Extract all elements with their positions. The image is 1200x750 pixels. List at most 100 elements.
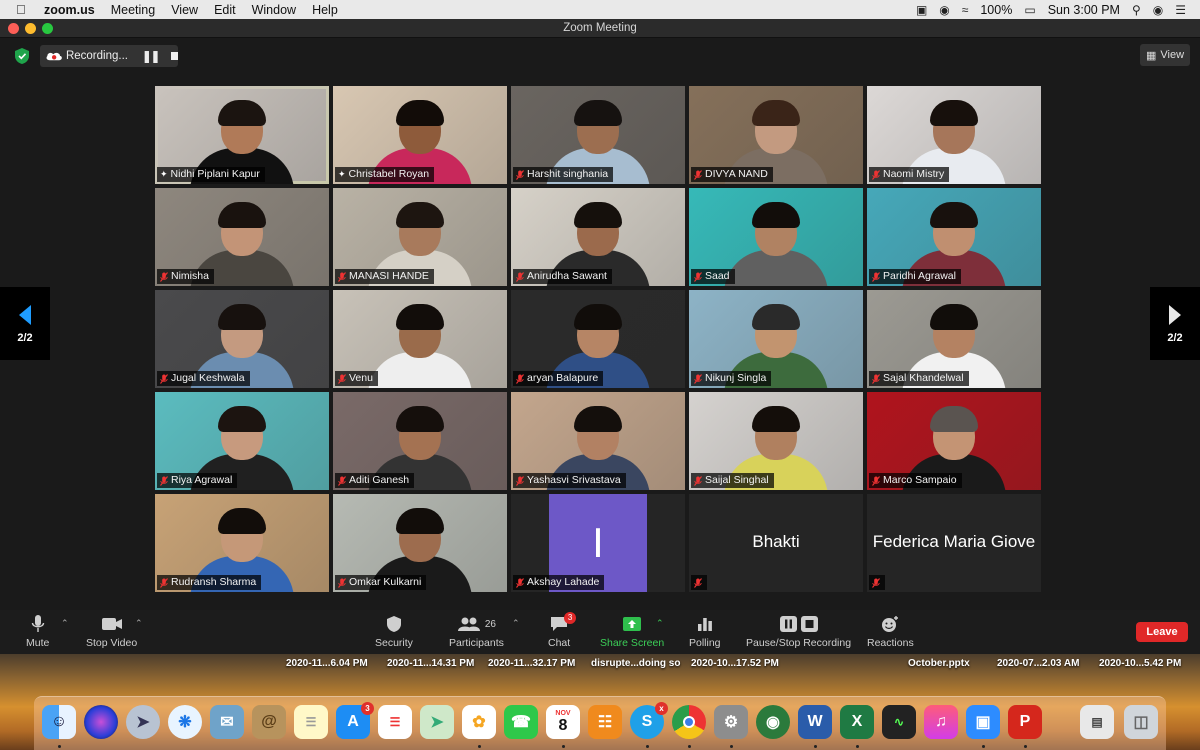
next-page-button[interactable]: 2/2 (1150, 287, 1200, 360)
view-button[interactable]: ▦ View (1140, 44, 1190, 66)
menu-app-name[interactable]: zoom.us (44, 3, 95, 17)
participant-tile[interactable]: Saijal Singhal (689, 392, 863, 490)
siri-icon[interactable]: ◉ (1153, 3, 1163, 17)
desktop-file[interactable]: 2020-07...2.03 AM (997, 658, 1079, 669)
video-options-caret[interactable]: ⌃ (135, 618, 143, 629)
participant-tile[interactable]: Omkar Kulkarni (333, 494, 507, 592)
system-preferences-icon[interactable]: ⚙ (714, 705, 748, 739)
notes-icon[interactable]: ☰ (294, 705, 328, 739)
participant-tile[interactable]: Nimisha (155, 188, 329, 286)
finder-icon[interactable]: ☺ (42, 705, 76, 739)
screen-record-icon[interactable]: ◉ (939, 3, 949, 17)
participant-tile[interactable]: Harshit singhania (511, 86, 685, 184)
spotlight-search-icon[interactable]: ⚲ (1132, 3, 1141, 17)
participant-tile[interactable]: Anirudha Sawant (511, 188, 685, 286)
contacts-icon[interactable]: @ (252, 705, 286, 739)
mute-button[interactable]: Mute (26, 614, 49, 649)
participant-tile[interactable]: Federica Maria Giove (867, 494, 1041, 592)
menu-edit[interactable]: Edit (214, 3, 236, 17)
shield-icon[interactable] (14, 47, 30, 65)
participant-tile[interactable]: Marco Sampaio (867, 392, 1041, 490)
reminders-icon[interactable]: ☰ (378, 705, 412, 739)
security-label: Security (375, 637, 413, 649)
pause-stop-recording-button[interactable]: Pause/Stop Recording (746, 614, 851, 649)
participant-tile[interactable]: Nikunj Singla (689, 290, 863, 388)
menu-help[interactable]: Help (312, 3, 338, 17)
participant-tile[interactable]: DIVYA NAND (689, 86, 863, 184)
music-icon[interactable]: ♫ (924, 705, 958, 739)
participant-tile[interactable]: aryan Balapure (511, 290, 685, 388)
facetime-icon[interactable]: ☎ (504, 705, 538, 739)
minimize-window-button[interactable] (25, 23, 36, 34)
participant-tile[interactable]: Bhakti (689, 494, 863, 592)
participant-name: Marco Sampaio (883, 474, 957, 486)
participant-tile[interactable]: ✦ Christabel Royan (333, 86, 507, 184)
stop-video-button[interactable]: Stop Video (86, 614, 137, 649)
reactions-button[interactable]: Reactions (867, 614, 914, 649)
participants-options-caret[interactable]: ⌃ (512, 618, 520, 629)
polling-button[interactable]: Polling (689, 614, 721, 649)
desktop-file[interactable]: 2020-11...32.17 PM (488, 658, 575, 669)
battery-icon[interactable]: ▭ (1024, 3, 1035, 17)
menu-window[interactable]: Window (252, 3, 296, 17)
share-screen-button[interactable]: Share Screen (600, 614, 664, 649)
participant-tile[interactable]: Yashasvi Srivastava (511, 392, 685, 490)
menu-view[interactable]: View (171, 3, 198, 17)
participant-tile[interactable]: Saad (689, 188, 863, 286)
launchpad-icon[interactable]: ➤ (126, 705, 160, 739)
previous-page-button[interactable]: 2/2 (0, 287, 50, 360)
desktop-file[interactable]: disrupte...doing so (591, 658, 680, 669)
vpn-app-icon[interactable]: ◉ (756, 705, 790, 739)
safari-icon[interactable]: ❋ (168, 705, 202, 739)
desktop-file[interactable]: 2020-11...14.31 PM (387, 658, 474, 669)
apple-icon[interactable]:  (16, 2, 34, 17)
app-store-icon[interactable]: A3 (336, 702, 374, 739)
audio-options-caret[interactable]: ⌃ (61, 618, 69, 629)
participant-tile[interactable]: Jugal Keshwala (155, 290, 329, 388)
zoom-window-button[interactable] (42, 23, 53, 34)
mail-stamp-icon[interactable]: ✉ (210, 705, 244, 739)
desktop-file[interactable]: 2020-10...17.52 PM (691, 658, 779, 669)
participant-tile[interactable]: Paridhi Agrawal (867, 188, 1041, 286)
desktop-file[interactable]: 2020-10...5.42 PM (1099, 658, 1181, 669)
participant-name: Harshit singhania (527, 168, 609, 180)
share-options-caret[interactable]: ⌃ (656, 618, 664, 629)
calendar-icon[interactable]: NOV 8 (546, 705, 580, 739)
participant-tile[interactable]: ✦ Nidhi Piplani Kapur (155, 86, 329, 184)
books-icon[interactable]: ☷ (588, 705, 622, 739)
screenshot-stack-icon[interactable]: ▤ (1080, 705, 1114, 739)
excel-icon[interactable]: X (840, 705, 874, 739)
activity-monitor-icon[interactable]: ∿ (882, 705, 916, 739)
participant-tile[interactable]: I Akshay Lahade (511, 494, 685, 592)
control-center-icon[interactable]: ☰ (1175, 3, 1186, 17)
chrome-icon[interactable] (672, 705, 706, 739)
leave-button[interactable]: Leave (1136, 622, 1188, 642)
pause-recording-button[interactable]: ❚❚ (142, 49, 160, 63)
desktop-file[interactable]: October.pptx (908, 658, 970, 669)
maps-icon[interactable]: ➤ (420, 705, 454, 739)
chat-button[interactable]: 3 Chat (548, 612, 577, 649)
participant-tile[interactable]: Venu (333, 290, 507, 388)
zoom-status-icon[interactable]: ▣ (916, 3, 927, 17)
menu-meeting[interactable]: Meeting (111, 3, 155, 17)
siri-app-icon[interactable] (84, 705, 118, 739)
participants-button[interactable]: 26 Participants (449, 614, 504, 649)
zoom-app-icon[interactable]: ▣ (966, 705, 1000, 739)
photos-icon[interactable]: ✿ (462, 705, 496, 739)
skype-icon[interactable]: Sx (630, 702, 668, 739)
participant-tile[interactable]: Riya Agrawal (155, 392, 329, 490)
participant-tile[interactable]: MANASI HANDE (333, 188, 507, 286)
close-window-button[interactable] (8, 23, 19, 34)
powerpoint-icon[interactable]: P (1008, 705, 1042, 739)
participant-tile[interactable]: Rudransh Sharma (155, 494, 329, 592)
participant-tile[interactable]: Sajal Khandelwal (867, 290, 1041, 388)
stop-recording-button[interactable] (171, 52, 178, 60)
participant-tile[interactable]: Aditi Ganesh (333, 392, 507, 490)
security-button[interactable]: Security (375, 614, 413, 649)
trash-icon[interactable]: ◫ (1124, 705, 1158, 739)
desktop-file[interactable]: 2020-11...6.04 PM (286, 658, 368, 669)
wifi-icon[interactable]: ≈ (962, 3, 969, 17)
word-icon[interactable]: W (798, 705, 832, 739)
menu-clock[interactable]: Sun 3:00 PM (1048, 3, 1120, 17)
participant-tile[interactable]: Naomi Mistry (867, 86, 1041, 184)
